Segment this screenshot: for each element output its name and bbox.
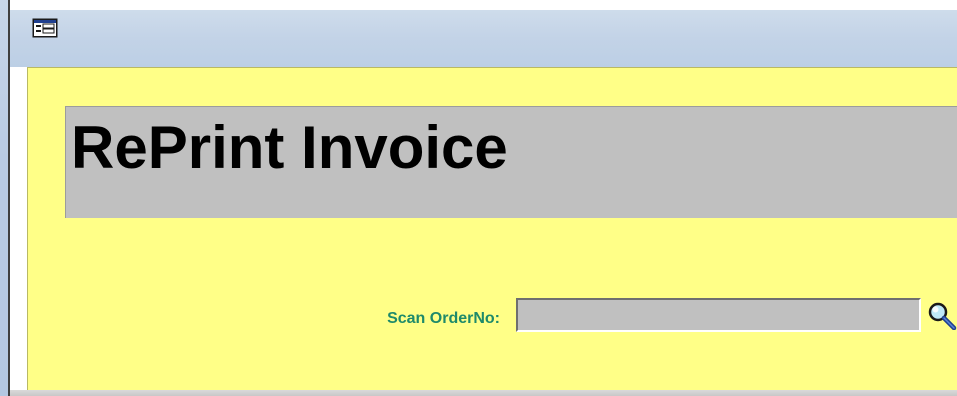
scan-order-input[interactable] xyxy=(516,298,921,332)
scan-order-label: Scan OrderNo: xyxy=(387,310,500,327)
window-bottom-border xyxy=(10,390,957,396)
form-icon[interactable] xyxy=(32,18,58,38)
magnifier-icon[interactable] xyxy=(926,300,957,331)
page-title: RePrint Invoice xyxy=(71,114,508,181)
title-banner: RePrint Invoice xyxy=(65,106,957,218)
app-window: RePrint Invoice Scan OrderNo: xyxy=(0,0,957,396)
window-titlebar[interactable] xyxy=(10,10,957,67)
